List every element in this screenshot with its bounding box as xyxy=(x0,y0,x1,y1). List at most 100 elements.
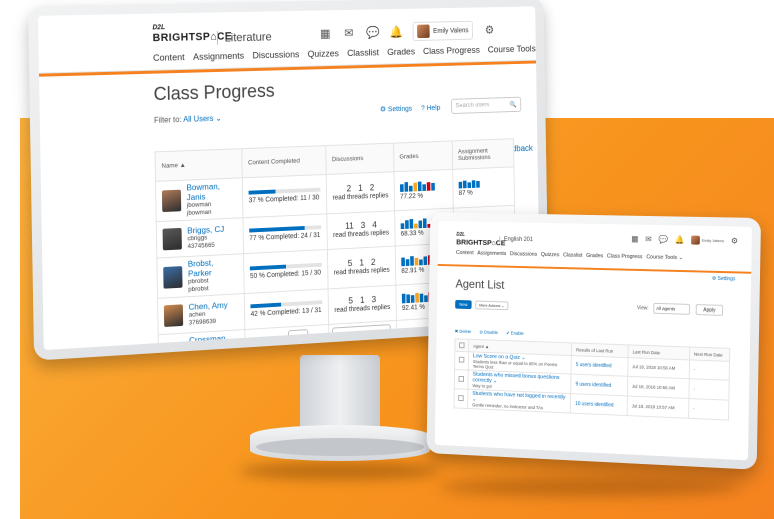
grade-bar xyxy=(402,293,406,303)
student-name-link[interactable]: Brobst, Parker xyxy=(188,256,238,278)
col-name[interactable]: Name ▲ xyxy=(155,149,242,182)
select-all-checkbox[interactable] xyxy=(459,342,465,348)
search-input[interactable]: Search users 🔍 xyxy=(451,97,521,114)
cell-results: 10 users identified xyxy=(571,394,628,416)
nav-class-progress[interactable]: Class Progress xyxy=(423,45,480,57)
tablet-nav-assignments[interactable]: Assignments xyxy=(477,251,506,257)
cell-results: 9 users identified xyxy=(571,374,628,396)
row-checkbox[interactable] xyxy=(458,375,464,381)
nav-course-tools[interactable]: Course Tools ⌄ xyxy=(488,44,541,56)
view-select[interactable]: All agents xyxy=(653,303,690,315)
cell-results: 5 users identified xyxy=(571,356,628,377)
row-checkbox[interactable] xyxy=(458,395,464,401)
nav-quizzes[interactable]: Quizzes xyxy=(308,49,340,60)
col-select[interactable] xyxy=(455,339,469,352)
tablet-mail-icon[interactable]: ✉ xyxy=(645,235,652,244)
settings-link[interactable]: ⚙ Settings xyxy=(380,104,412,114)
cell-select[interactable] xyxy=(455,351,469,370)
search-icon[interactable]: 🔍 xyxy=(510,101,517,109)
cell-discussions[interactable]: 2 1 2 read threads replies xyxy=(326,172,394,214)
cell-select[interactable] xyxy=(454,389,468,409)
disc-threads-count: 1 xyxy=(360,295,365,305)
submission-value: 87 % xyxy=(459,188,509,197)
grade-bar xyxy=(406,294,410,303)
course-name[interactable]: Literature xyxy=(217,30,272,45)
nav-content[interactable]: Content xyxy=(153,52,185,64)
nav-grades[interactable]: Grades xyxy=(387,47,415,58)
tablet-brightspace-logo[interactable]: D2L BRIGHTSP⌂CE xyxy=(456,232,505,247)
filter-dropdown[interactable]: All Users ⌄ xyxy=(183,114,222,124)
delete-button[interactable]: ✖ Delete xyxy=(455,329,472,335)
tablet-course-name[interactable]: English 201 xyxy=(499,237,533,244)
user-menu[interactable]: Emily Valens xyxy=(413,21,473,41)
cell-submissions[interactable]: 87 % xyxy=(453,167,515,208)
tablet-bell-icon[interactable]: 🔔 xyxy=(675,235,685,244)
mail-icon[interactable]: ✉ xyxy=(342,26,355,40)
gear-icon[interactable]: ⚙ xyxy=(483,23,495,36)
tablet-nav-quizzes[interactable]: Quizzes xyxy=(541,252,560,258)
cell-content[interactable]: 77 % Completed: 24 / 31 xyxy=(243,214,327,254)
nav-classlist[interactable]: Classlist xyxy=(347,48,379,59)
tablet-header-icons: ▦ ✉ 💬 🔔 Emily Valens ⚙ xyxy=(631,234,738,245)
view-label: View: xyxy=(637,305,649,311)
grade-bar xyxy=(404,182,408,192)
content-completed-text: 77 % Completed: 24 / 31 xyxy=(249,232,321,242)
tablet-nav-classlist[interactable]: Classlist xyxy=(563,252,582,258)
tablet-avatar xyxy=(691,236,700,245)
next-run-date: - xyxy=(693,386,695,391)
help-link[interactable]: ? Help xyxy=(421,103,440,112)
page-title: Class Progress xyxy=(153,81,274,106)
cell-discussions[interactable]: 5 1 2 read threads replies xyxy=(327,246,395,289)
cell-discussions[interactable]: 11 3 4 read threads replies xyxy=(327,211,395,250)
tablet-apps-grid-icon[interactable]: ▦ xyxy=(631,234,638,243)
disable-button[interactable]: ⊘ Disable xyxy=(479,330,497,336)
grade-bar xyxy=(422,184,426,191)
cell-name: Chen, Amy achen 37698639 xyxy=(158,294,245,335)
search-placeholder: Search users xyxy=(456,101,490,109)
enable-button[interactable]: ✔ Enable xyxy=(506,330,524,336)
tablet-gear-icon[interactable]: ⚙ xyxy=(731,236,738,245)
results-link[interactable]: 9 users identified xyxy=(575,381,611,388)
cell-grades[interactable]: 77.22 % xyxy=(394,169,453,210)
bell-icon[interactable]: 🔔 xyxy=(389,25,402,39)
header-icons: ▦ ✉ 💬 🔔 Emily Valens ⚙ xyxy=(319,20,496,43)
new-agent-button[interactable]: New xyxy=(455,300,472,309)
last-run-date: Jul 18, 2018 10:57 AM xyxy=(632,403,675,410)
tablet-nav-course-tools[interactable]: Course Tools ⌄ xyxy=(646,254,683,261)
settings-label: Settings xyxy=(388,104,412,113)
grade-bar xyxy=(413,182,417,191)
tablet-settings-link[interactable]: ⚙ Settings xyxy=(712,276,736,283)
apply-button[interactable]: Apply xyxy=(696,304,723,316)
grade-bar xyxy=(424,295,428,302)
disc-replies-count: 2 xyxy=(370,183,375,193)
tablet-nav-class-progress[interactable]: Class Progress xyxy=(607,253,643,260)
tablet-nav-discussions[interactable]: Discussions xyxy=(510,251,537,257)
disc-threads-count: 1 xyxy=(358,183,363,193)
grade-bar xyxy=(409,185,413,191)
tablet-shadow xyxy=(440,478,740,496)
row-checkbox[interactable] xyxy=(459,357,465,363)
grade-value: 77.22 % xyxy=(400,191,447,200)
tablet-nav-content[interactable]: Content xyxy=(456,250,474,256)
chat-icon[interactable]: 💬 xyxy=(366,26,379,40)
results-link[interactable]: 10 users identified xyxy=(575,401,613,409)
cell-name: Bowman, Janis jbowman jbowman xyxy=(156,178,243,222)
tablet-page-title: Agent List xyxy=(455,277,504,292)
grade-bar xyxy=(405,220,409,229)
nav-discussions[interactable]: Discussions xyxy=(252,49,299,61)
apps-grid-icon[interactable]: ▦ xyxy=(319,27,332,41)
cell-content[interactable]: 50 % Completed: 15 / 30 xyxy=(244,249,329,293)
tablet-course-nav: Content Assignments Discussions Quizzes … xyxy=(456,250,683,261)
student-name-link[interactable]: Bowman, Janis xyxy=(186,181,236,203)
more-actions-button[interactable]: More Actions ⌄ xyxy=(475,301,508,311)
tablet-user-menu[interactable]: Emily Valens xyxy=(691,236,724,246)
cell-content[interactable]: 37 % Completed: 11 / 30 xyxy=(242,174,327,217)
tablet-nav-grades[interactable]: Grades xyxy=(586,253,603,259)
student-photo xyxy=(163,266,182,289)
results-link[interactable]: 5 users identified xyxy=(576,362,612,369)
cell-select[interactable] xyxy=(454,369,468,389)
cell-discussions[interactable]: 5 1 3 read threads replies xyxy=(328,285,396,324)
nav-assignments[interactable]: Assignments xyxy=(193,51,244,63)
cell-content[interactable]: 42 % Completed: 13 / 31 xyxy=(244,289,328,330)
tablet-chat-icon[interactable]: 💬 xyxy=(658,235,668,244)
